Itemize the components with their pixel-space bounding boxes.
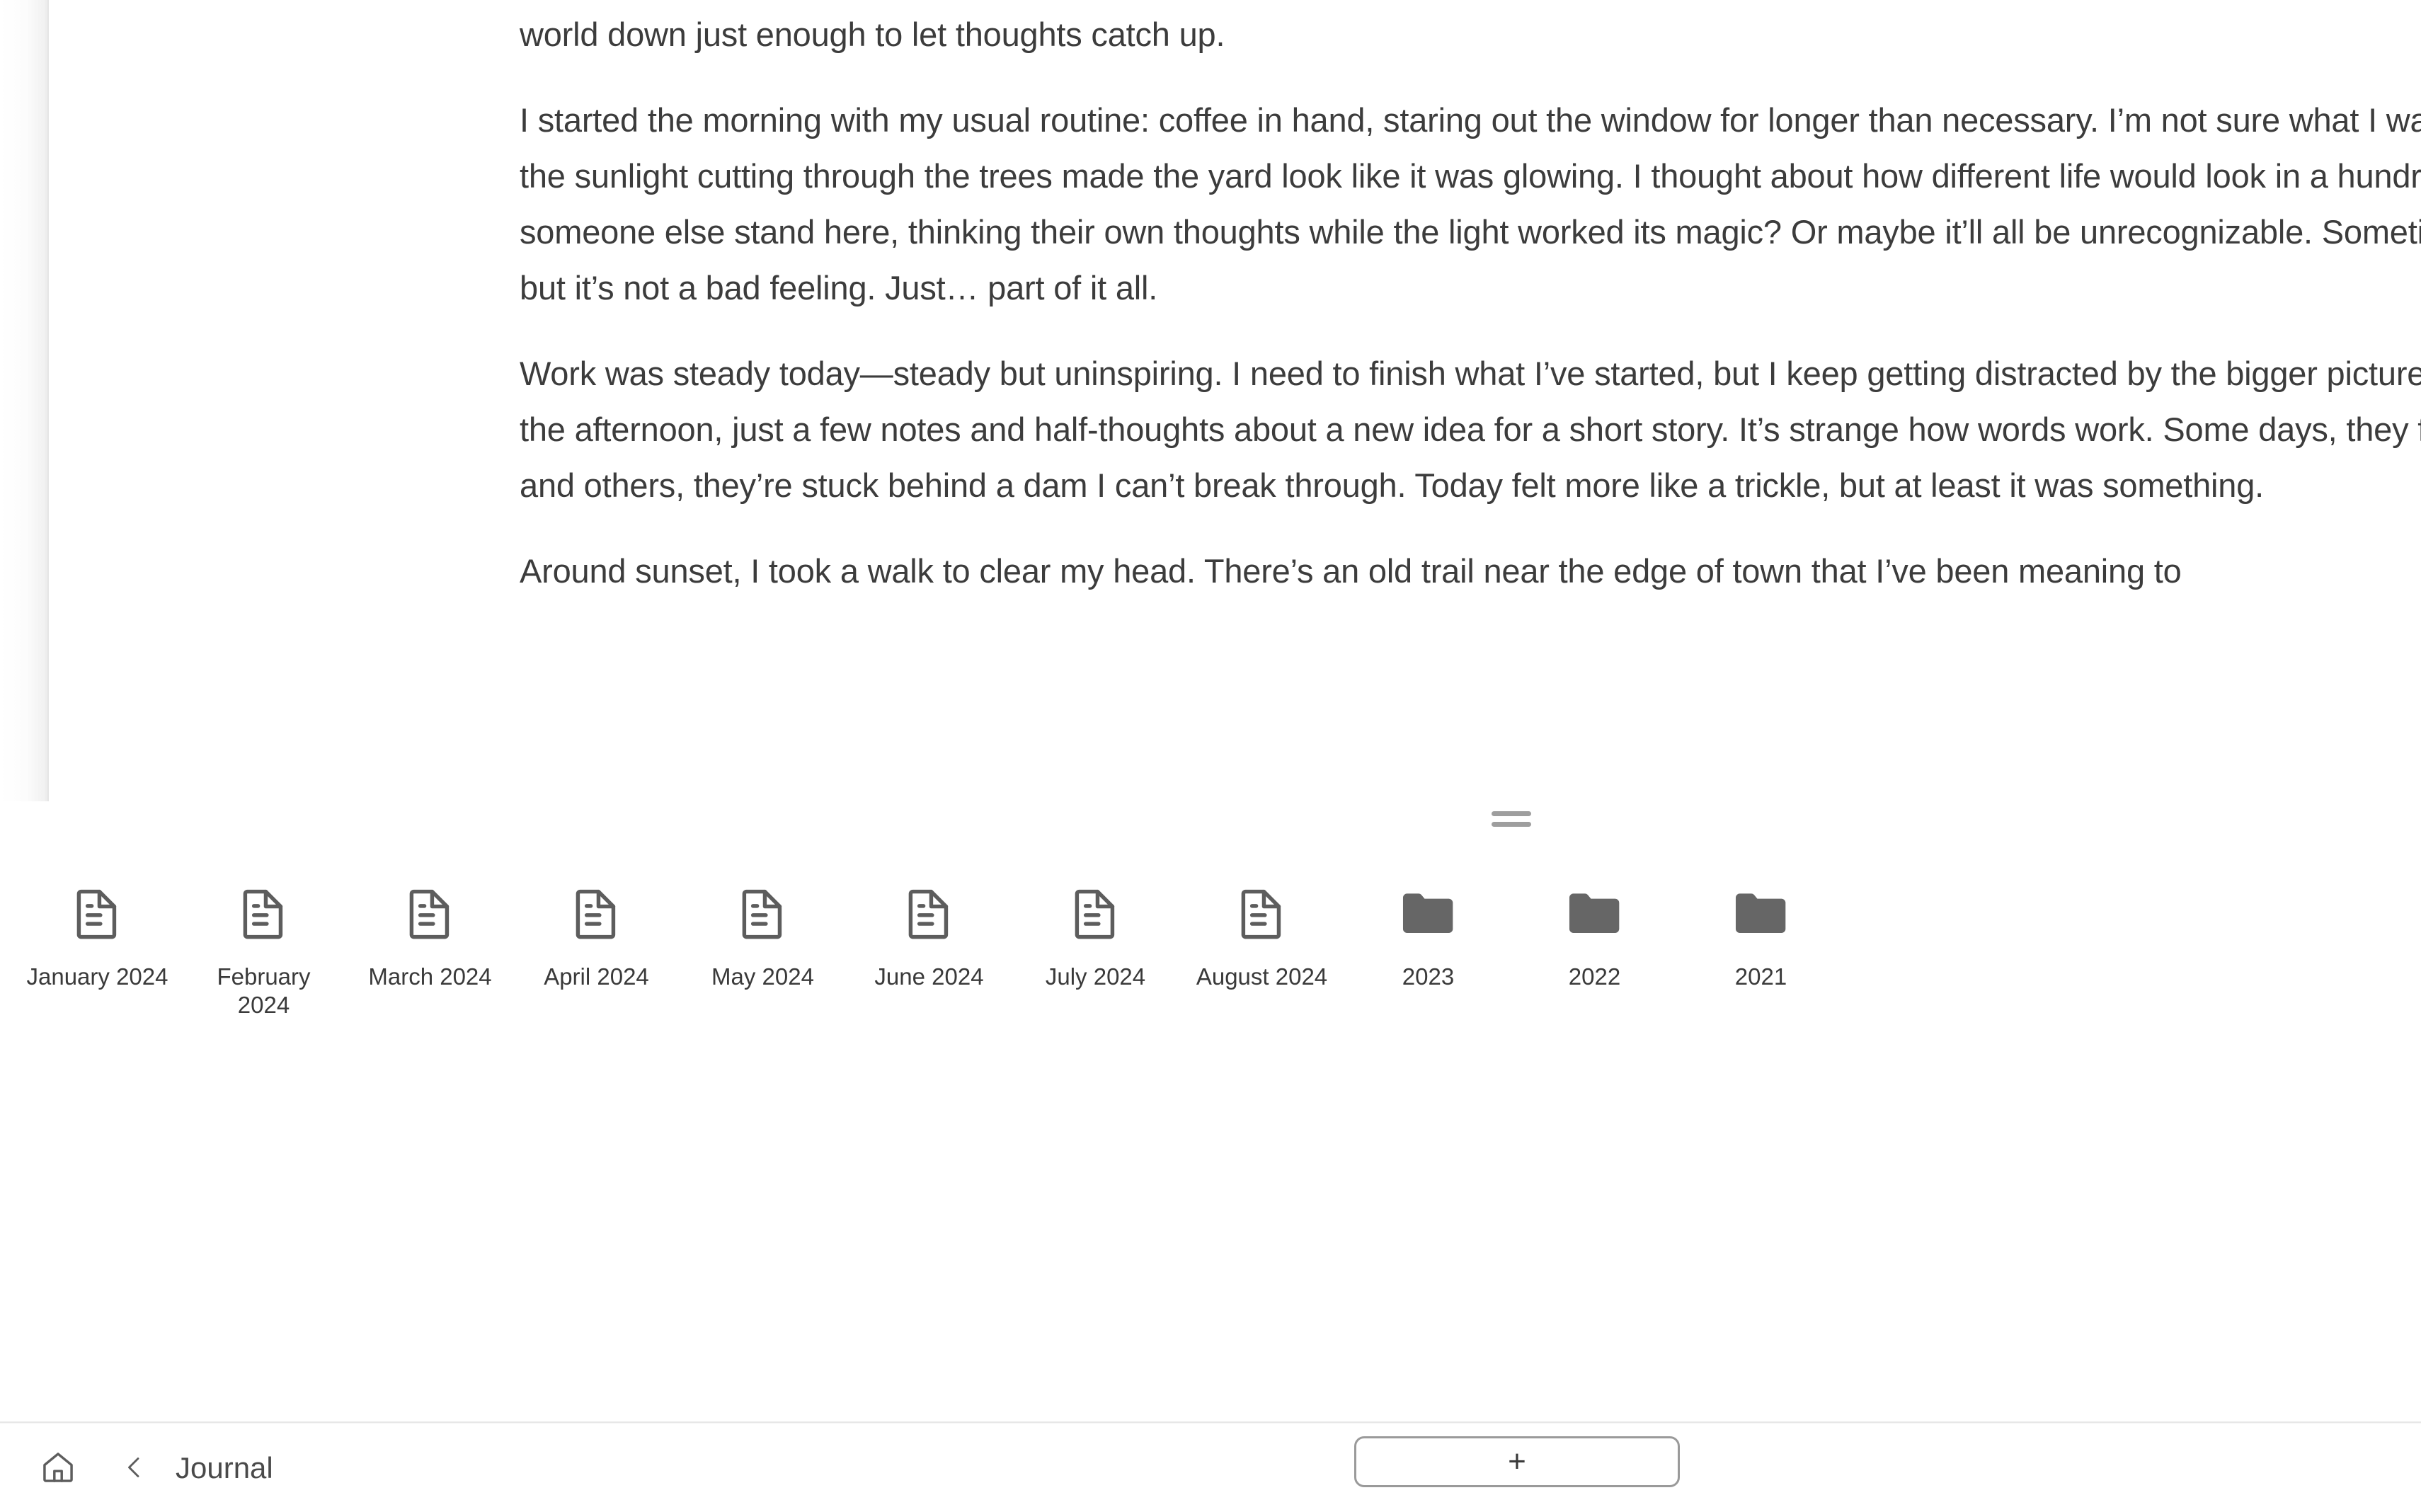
document-paragraph: Work was steady today—steady but uninspi… [520, 355, 2421, 504]
drag-handle-bar [1492, 822, 1531, 827]
document-paragraph: I started the morning with my usual rout… [520, 101, 2421, 307]
drag-handle-icon[interactable] [1492, 811, 1531, 827]
file-item-label: July 2024 [1045, 963, 1146, 990]
file-item[interactable]: June 2024 [846, 872, 1012, 1025]
app-root: this morning, the kind of day where ever… [0, 0, 2421, 1512]
file-item-label: June 2024 [874, 963, 984, 990]
file-browser-panel: January 2024 February 2024 March 2024 April… [0, 838, 2421, 1423]
file-grid: January 2024 February 2024 March 2024 April… [14, 872, 1844, 1025]
breadcrumb-title: Journal [176, 1451, 273, 1484]
file-item-label: January 2024 [26, 963, 168, 990]
file-item-label: 2023 [1402, 963, 1455, 990]
document-icon [61, 876, 134, 950]
home-icon[interactable] [35, 1445, 81, 1490]
plus-icon: + [1508, 1444, 1526, 1479]
document-icon [1059, 876, 1133, 950]
file-item-label: 2021 [1734, 963, 1787, 990]
file-item-label: 2022 [1568, 963, 1621, 990]
file-item-label: March 2024 [368, 963, 492, 990]
file-item-label: August 2024 [1196, 963, 1328, 990]
folder-item[interactable]: 2022 [1511, 872, 1678, 1025]
bottom-navigation-bar: Journal [0, 1424, 2421, 1512]
document-paragraph: Around sunset, I took a walk to clear my… [520, 552, 2182, 590]
document-icon [394, 876, 467, 950]
drag-handle-bar [1492, 811, 1531, 816]
folder-icon [1558, 876, 1632, 950]
file-item-label: February 2024 [217, 963, 311, 1018]
file-item[interactable]: May 2024 [680, 872, 846, 1025]
document-icon [560, 876, 634, 950]
reader-left-rail [0, 0, 48, 801]
document-scroll-region[interactable]: this morning, the kind of day where ever… [49, 0, 2421, 801]
document-reader: this morning, the kind of day where ever… [0, 0, 2421, 801]
document-icon [227, 876, 301, 950]
file-item[interactable]: February 2024 [181, 872, 347, 1025]
panel-handle-zone [0, 801, 2421, 838]
folder-item[interactable]: 2023 [1345, 872, 1511, 1025]
file-item[interactable]: January 2024 [14, 872, 181, 1025]
document-paragraph: this morning, the kind of day where ever… [520, 16, 1225, 53]
document-text-body: this morning, the kind of day where ever… [520, 0, 2421, 629]
file-item[interactable]: March 2024 [347, 872, 513, 1025]
file-item[interactable]: April 2024 [513, 872, 680, 1025]
chevron-left-icon[interactable] [113, 1445, 156, 1490]
file-item[interactable]: July 2024 [1012, 872, 1179, 1025]
folder-icon [1724, 876, 1798, 950]
file-item-label: May 2024 [711, 963, 814, 990]
folder-icon [1392, 876, 1465, 950]
document-icon [1225, 876, 1299, 950]
document-icon [726, 876, 800, 950]
add-entry-button[interactable]: + [1354, 1436, 1680, 1487]
document-icon [893, 876, 966, 950]
file-item[interactable]: August 2024 [1179, 872, 1345, 1025]
file-item-label: April 2024 [544, 963, 649, 990]
folder-item[interactable]: 2021 [1678, 872, 1844, 1025]
